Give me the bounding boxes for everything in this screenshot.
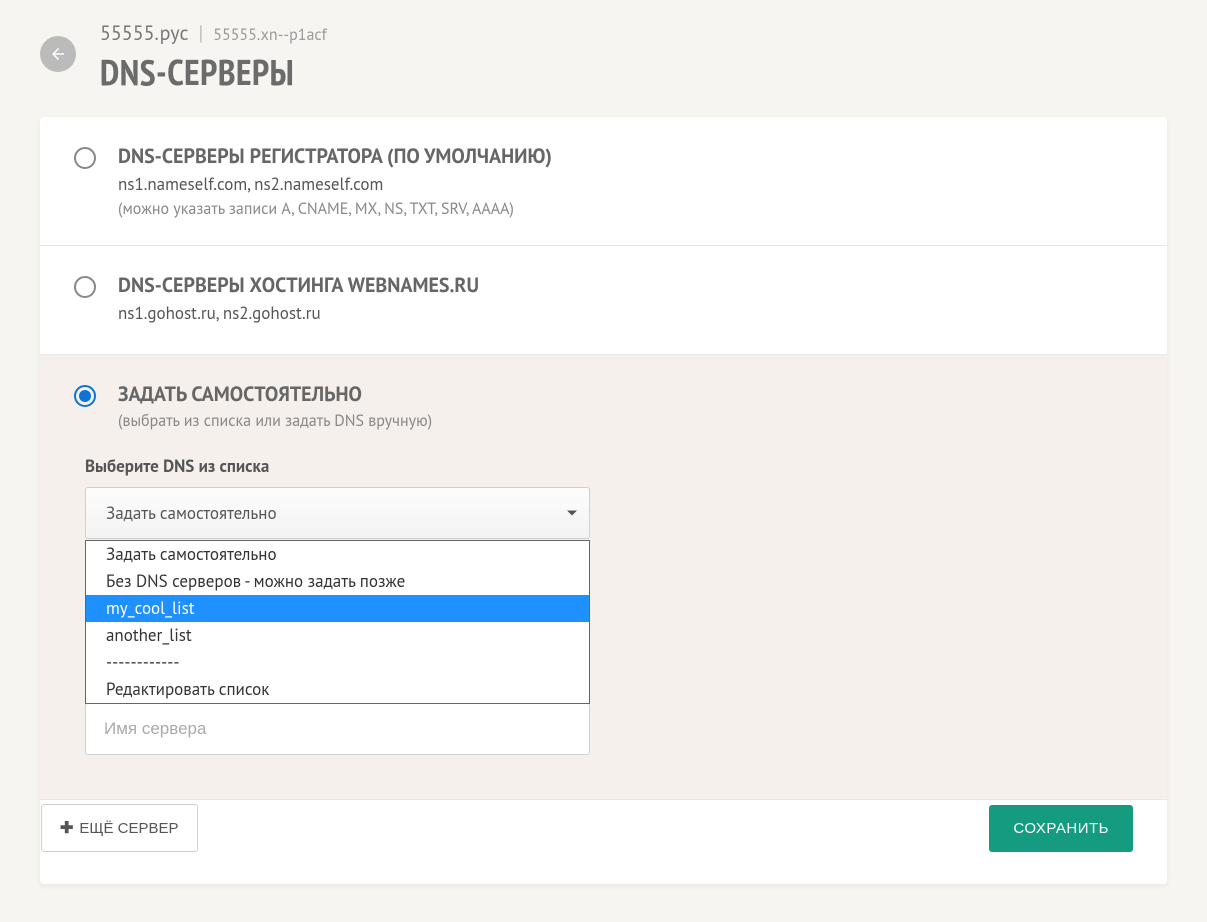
dns-list-select[interactable]: Задать самостоятельно: [85, 487, 590, 539]
radio-custom[interactable]: [74, 385, 96, 407]
dns-option-hosting[interactable]: DNS-СЕРВЕРЫ ХОСТИНГА WEBNAMES.RU ns1.goh…: [40, 246, 1167, 355]
domain-display: 55555.рус: [100, 20, 188, 46]
option-title: DNS-СЕРВЕРЫ ХОСТИНГА WEBNAMES.RU: [118, 272, 1133, 298]
dropdown-option-edit-list[interactable]: Редактировать список: [86, 676, 589, 703]
dropdown-option[interactable]: Без DNS серверов - можно задать позже: [86, 568, 589, 595]
arrow-left-icon: [49, 45, 67, 63]
breadcrumb-separator: |: [198, 20, 203, 46]
option-hint: (выбрать из списка или задать DNS вручну…: [118, 411, 1133, 431]
server-name-input[interactable]: [85, 703, 590, 755]
domain-punycode: 55555.xn--p1acf: [213, 25, 327, 45]
page-title: DNS-СЕРВЕРЫ: [100, 48, 327, 95]
option-hint: (можно указать записи A, CNAME, MX, NS, …: [118, 199, 1133, 219]
chevron-down-icon: [567, 511, 577, 516]
dropdown-option[interactable]: Задать самостоятельно: [86, 541, 589, 568]
save-button[interactable]: СОХРАНИТЬ: [989, 805, 1133, 852]
back-button[interactable]: [40, 36, 76, 72]
breadcrumb: 55555.рус | 55555.xn--p1acf: [100, 20, 327, 46]
radio-hosting[interactable]: [74, 276, 96, 298]
select-value: Задать самостоятельно: [106, 502, 277, 524]
dns-list-dropdown: Задать самостоятельно Без DNS серверов -…: [85, 540, 590, 704]
dns-option-registrar[interactable]: DNS-СЕРВЕРЫ РЕГИСТРАТОРА (ПО УМОЛЧАНИЮ) …: [40, 117, 1167, 246]
add-server-button[interactable]: ✚ ЕЩЁ СЕРВЕР: [41, 804, 198, 852]
add-server-label: ЕЩЁ СЕРВЕР: [79, 820, 178, 837]
option-title: ЗАДАТЬ САМОСТОЯТЕЛЬНО: [118, 381, 1133, 407]
select-dns-label: Выберите DNS из списка: [85, 455, 1133, 477]
dropdown-option-separator: ------------: [86, 649, 589, 676]
dropdown-option[interactable]: my_cool_list: [86, 595, 589, 622]
dns-option-custom[interactable]: ЗАДАТЬ САМОСТОЯТЕЛЬНО (выбрать из списка…: [40, 355, 1167, 800]
dropdown-option[interactable]: another_list: [86, 622, 589, 649]
option-servers: ns1.gohost.ru, ns2.gohost.ru: [118, 302, 1133, 324]
page-header: 55555.рус | 55555.xn--p1acf DNS-СЕРВЕРЫ: [40, 18, 1167, 95]
plus-icon: ✚: [60, 818, 73, 838]
option-title: DNS-СЕРВЕРЫ РЕГИСТРАТОРА (ПО УМОЛЧАНИЮ): [118, 143, 1133, 169]
dns-settings-card: DNS-СЕРВЕРЫ РЕГИСТРАТОРА (ПО УМОЛЧАНИЮ) …: [40, 117, 1167, 884]
option-servers: ns1.nameself.com, ns2.nameself.com: [118, 173, 1133, 195]
radio-registrar[interactable]: [74, 147, 96, 169]
